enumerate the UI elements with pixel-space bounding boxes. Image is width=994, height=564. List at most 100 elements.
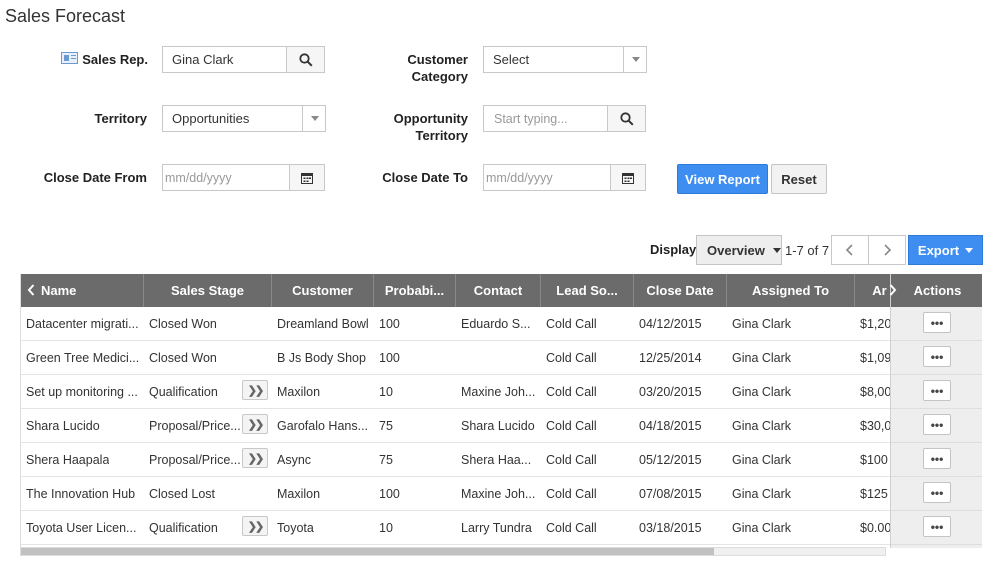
cell-customer: Maxilon [277,385,321,399]
calendar-icon [622,172,634,184]
table-row[interactable]: Datacenter migrati... Closed Won Dreamland… [21,307,982,341]
cell-amount: $1,20 [860,317,892,331]
chevron-left-icon[interactable] [27,284,36,296]
sales-rep-search-button[interactable] [286,46,325,73]
actions-cell: ••• [891,477,982,511]
more-actions-button[interactable]: ••• [923,346,951,367]
opportunity-territory-placeholder: Start typing... [494,111,568,126]
opportunity-territory-search-button[interactable] [607,105,646,132]
display-dropdown[interactable]: Overview [696,235,782,265]
customer-category-select[interactable]: Select [483,46,647,73]
cell-name: Set up monitoring ... [26,385,138,399]
expand-stage-button[interactable]: ❯❯ [242,414,268,434]
cell-name: Shara Lucido [26,419,100,433]
cell-name: Datacenter migrati... [26,317,139,331]
cell-assigned-to: Gina Clark [732,385,792,399]
opportunity-territory-label: Opportunity Territory [393,111,468,143]
chevron-down-icon [302,105,326,132]
next-page-button[interactable] [868,235,906,265]
export-button[interactable]: Export [908,235,983,265]
table-row[interactable]: Shara Lucido Proposal/Price... Garofalo Ha… [21,409,982,443]
column-header-assigned-to[interactable]: Assigned To [727,274,855,307]
column-header-name[interactable]: Name [21,274,144,307]
reset-button[interactable]: Reset [771,164,827,194]
actions-cell: ••• [891,409,982,443]
column-header-contact[interactable]: Contact [456,274,541,307]
scrollbar-thumb[interactable] [21,548,714,555]
close-date-to-calendar-button[interactable] [610,164,646,191]
cell-sales-stage: Proposal/Price... [149,453,241,467]
sales-rep-input[interactable]: Gina Clark [162,46,325,73]
prev-page-button[interactable] [831,235,869,265]
close-date-to-input[interactable]: mm/dd/yyyy [483,164,646,191]
cell-contact: Shara Lucido [461,419,535,433]
column-header-sales-stage[interactable]: Sales Stage [144,274,272,307]
cell-lead-source: Cold Call [546,317,597,331]
more-actions-button[interactable]: ••• [923,380,951,401]
cell-name: The Innovation Hub [26,487,136,501]
cell-probability: 75 [379,419,393,433]
territory-value: Opportunities [172,111,250,126]
column-header-close-date[interactable]: Close Date [634,274,727,307]
cell-name: Shera Haapala [26,453,110,467]
customer-category-value: Select [493,52,530,67]
more-actions-button[interactable]: ••• [923,516,951,537]
cell-close-date: 05/12/2015 [639,453,702,467]
cell-probability: 10 [379,385,393,399]
close-date-from-calendar-button[interactable] [289,164,325,191]
cell-contact: Eduardo S... [461,317,531,331]
more-actions-button[interactable]: ••• [923,312,951,333]
cell-close-date: 07/08/2015 [639,487,702,501]
grid-header: Name Sales Stage Customer Probabi... Con… [21,274,982,307]
expand-stage-button[interactable]: ❯❯ [242,448,268,468]
cell-amount: $1,09 [860,351,892,365]
close-date-to-label: Close Date To [382,170,468,185]
territory-select[interactable]: Opportunities [162,105,326,132]
table-row[interactable]: Shera Haapala Proposal/Price... Async 75 She… [21,443,982,477]
view-report-button[interactable]: View Report [677,164,768,194]
cell-probability: 100 [379,351,400,365]
more-actions-button[interactable]: ••• [923,414,951,435]
more-actions-button[interactable]: ••• [923,448,951,469]
cell-customer: Maxilon [277,487,321,501]
chevron-left-icon [845,244,853,256]
actions-cell: ••• [891,307,982,341]
actions-cell: ••• [891,341,982,375]
cell-lead-source: Cold Call [546,453,597,467]
table-row[interactable]: The Innovation Hub Closed Lost Maxilon 100 M… [21,477,982,511]
cell-amount: $125 [860,487,888,501]
column-header-probability[interactable]: Probabi... [374,274,456,307]
more-actions-button[interactable]: ••• [923,482,951,503]
chevron-right-icon[interactable] [888,284,897,296]
cell-amount: $0.00 [860,521,892,535]
cell-name: Green Tree Medici... [26,351,140,365]
sales-rep-value: Gina Clark [172,52,234,67]
column-header-customer[interactable]: Customer [272,274,374,307]
cell-close-date: 04/18/2015 [639,419,702,433]
contact-card-icon [61,52,78,64]
close-date-from-placeholder: mm/dd/yyyy [165,170,232,185]
customer-category-label: Customer Category [407,52,468,84]
table-row[interactable]: Green Tree Medici... Closed Won B Js Body … [21,341,982,375]
cell-sales-stage: Qualification [149,385,218,399]
cell-probability: 100 [379,317,400,331]
column-header-lead-source[interactable]: Lead So... [541,274,634,307]
cell-lead-source: Cold Call [546,487,597,501]
page-title: Sales Forecast [5,6,126,26]
cell-customer: Toyota [277,521,314,535]
table-row[interactable]: Toyota User Licen... Qualification Toyota 1… [21,511,982,545]
cell-assigned-to: Gina Clark [732,419,792,433]
opportunity-territory-input[interactable]: Start typing... [483,105,646,132]
close-date-from-input[interactable]: mm/dd/yyyy [162,164,325,191]
cell-assigned-to: Gina Clark [732,317,792,331]
column-header-actions: Actions [891,274,982,307]
expand-stage-button[interactable]: ❯❯ [242,516,268,536]
cell-lead-source: Cold Call [546,385,597,399]
table-row[interactable]: Set up monitoring ... Qualification Maxilo… [21,375,982,409]
close-date-to-placeholder: mm/dd/yyyy [486,170,553,185]
expand-stage-button[interactable]: ❯❯ [242,380,268,400]
cell-assigned-to: Gina Clark [732,351,792,365]
chevron-right-icon [884,244,892,256]
horizontal-scrollbar[interactable] [20,547,886,556]
cell-amount: $100 [860,453,888,467]
